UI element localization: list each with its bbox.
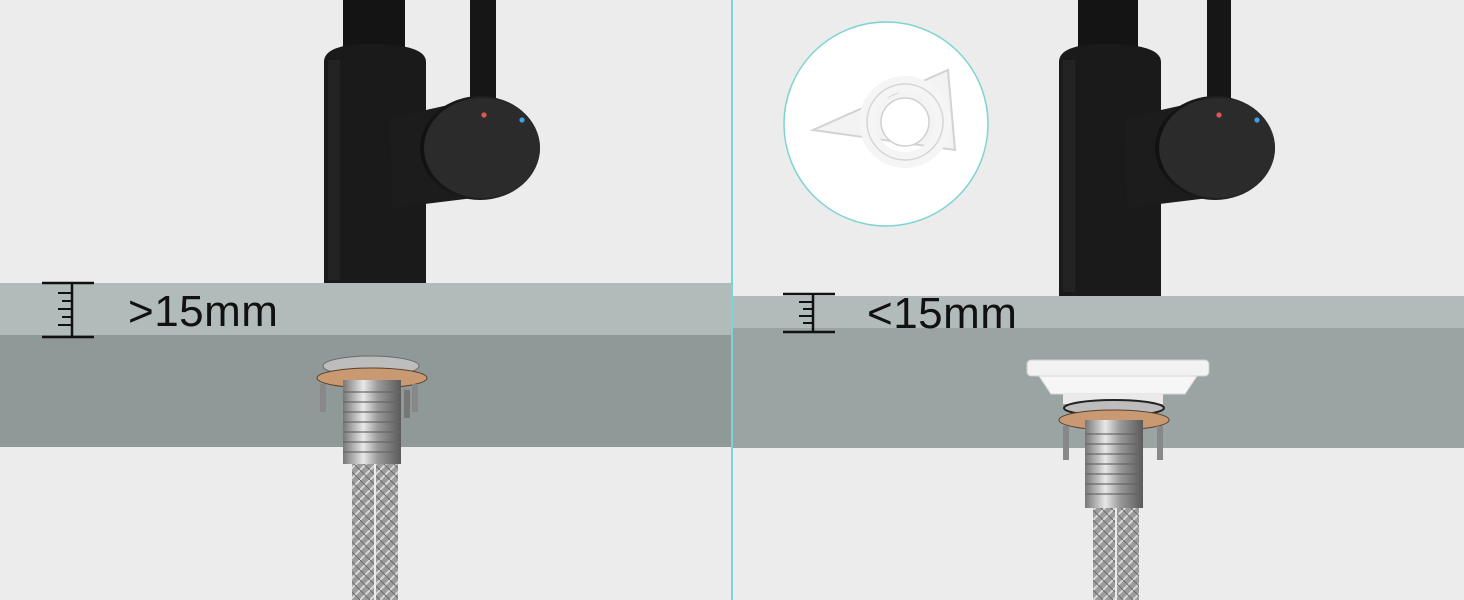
left-scene [0, 0, 731, 600]
hot-indicator-dot [481, 112, 487, 118]
counter-top-surface [733, 296, 1464, 328]
thickness-label-right: <15mm [867, 289, 1018, 338]
counter-top-surface [0, 283, 731, 335]
cold-indicator-dot [1254, 117, 1260, 123]
thickness-label-left: >15mm [128, 287, 279, 336]
comparison-image: >15mm <15mm [0, 0, 1464, 600]
right-panel-thin-counter: <15mm [733, 0, 1464, 600]
faucet [1059, 0, 1275, 296]
cold-indicator-dot [519, 117, 525, 123]
spacer-inset-circle [783, 21, 989, 227]
ruler-depth-icon [42, 281, 94, 339]
faucet [324, 0, 540, 283]
left-panel-thick-counter: >15mm [0, 0, 731, 600]
hot-indicator-dot [1216, 112, 1222, 118]
right-scene [733, 0, 1464, 600]
ruler-depth-icon [783, 292, 835, 334]
